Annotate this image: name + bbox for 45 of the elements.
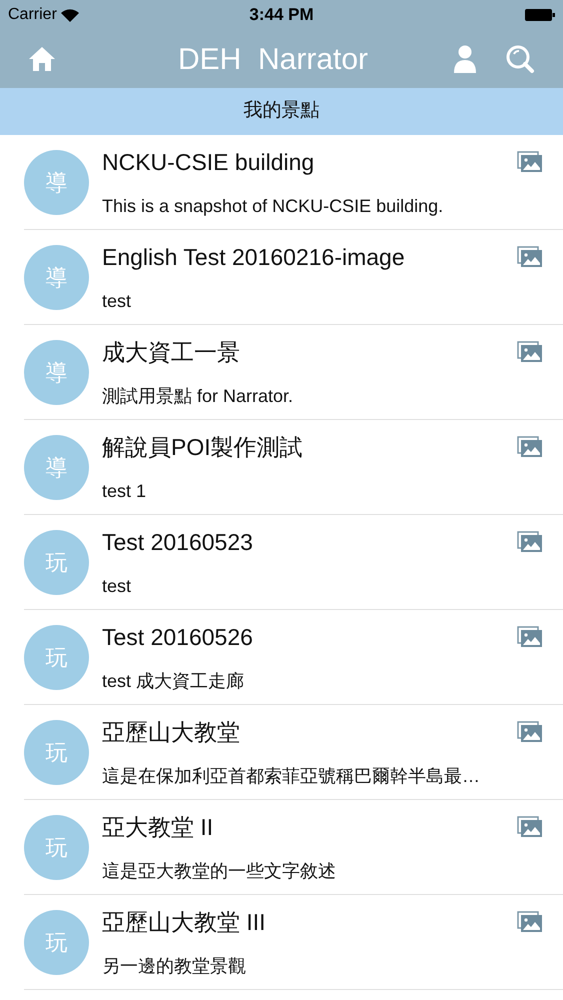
carrier-label: Carrier [8, 5, 57, 25]
row-subtitle: 另一邊的教堂景觀 [102, 955, 246, 978]
battery-icon [525, 9, 555, 21]
list-row[interactable]: 玩 Test 20160523 test [0, 515, 563, 610]
row-title: Test 20160523 [102, 528, 253, 557]
home-icon [28, 45, 56, 73]
gallery-icon [517, 436, 543, 458]
gallery-icon [517, 626, 543, 648]
gallery-icon [517, 246, 543, 268]
list-row[interactable]: 導 NCKU-CSIE building This is a snapshot of NCKU-CSIE building. [0, 135, 563, 230]
row-title: Test 20160526 [102, 622, 253, 652]
row-title: 亞歷山大教堂 [102, 718, 240, 747]
app-title: DEH Narrator [178, 42, 368, 78]
row-title: 成大資工一景 [102, 338, 240, 367]
list-row[interactable]: 導 成大資工一景 測試用景點 for Narrator. [0, 325, 563, 420]
section-title: 我的景點 [244, 99, 320, 124]
gallery-icon [517, 531, 543, 553]
gallery-icon [517, 911, 543, 933]
list-row[interactable]: 玩 亞大教堂 II 這是亞大教堂的一些文字敘述 [0, 800, 563, 895]
row-subtitle: test [102, 575, 132, 598]
list-row[interactable]: 導 解說員POI製作測試 test 1 [0, 420, 563, 515]
list-row[interactable]: 玩 亞歷山大教堂 III 另一邊的教堂景觀 [0, 895, 563, 990]
row-title: 亞大教堂 II [102, 812, 214, 842]
list-row[interactable]: 導 English Test 20160216-image test [0, 230, 563, 325]
row-subtitle: 這是亞大教堂的一些文字敘述 [102, 860, 336, 884]
row-title: NCKU-CSIE building [102, 148, 314, 177]
row-subtitle: test 1 [102, 480, 146, 504]
gallery-icon [517, 341, 543, 363]
row-subtitle: This is a snapshot of NCKU-CSIE building. [102, 195, 444, 218]
wifi-icon [60, 8, 79, 22]
row-subtitle: test [102, 290, 132, 314]
row-title: 亞歷山大教堂 III [102, 908, 266, 937]
search-icon [505, 44, 535, 74]
gallery-icon [517, 816, 543, 838]
row-title: English Test 20160216-image [102, 242, 405, 272]
row-subtitle: 這是在保加利亞首都索菲亞號稱巴爾幹半島最… [102, 765, 480, 788]
person-icon [453, 45, 477, 73]
gallery-icon [517, 721, 543, 743]
row-title: 解說員POI製作測試 [102, 432, 303, 462]
list-row[interactable]: 玩 亞歷山大教堂 這是在保加利亞首都索菲亞號稱巴爾幹半島最… [0, 705, 563, 800]
list-row[interactable]: 玩 Test 20160526 test 成大資工走廊 [0, 610, 563, 705]
status-time: 3:44 PM [249, 4, 314, 26]
row-subtitle: 測試用景點 for Narrator. [102, 385, 294, 408]
row-subtitle: test 成大資工走廊 [102, 670, 244, 694]
gallery-icon [517, 151, 543, 173]
